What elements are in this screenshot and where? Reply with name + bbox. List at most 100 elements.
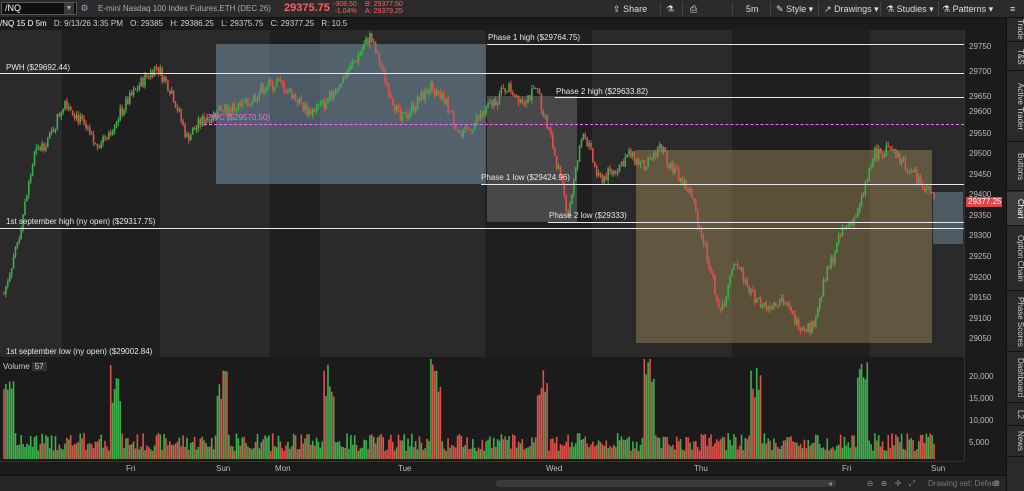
- volume-bar: [794, 442, 796, 459]
- volume-bar: [643, 359, 646, 459]
- gear-icon[interactable]: ⚙: [990, 478, 1002, 489]
- volume-title: Volume: [3, 362, 30, 371]
- volume-bar: [666, 437, 668, 459]
- symbol-selector[interactable]: /NQ ▼: [1, 2, 77, 15]
- zoom-in-icon[interactable]: ⊕: [878, 478, 890, 489]
- phase1-high-label: Phase 1 high ($29764.75): [488, 33, 581, 42]
- price-chart[interactable]: Phase 1 high ($29764.75) PWH ($29692.44)…: [0, 30, 964, 357]
- volume-bar: [279, 441, 282, 459]
- drawings-button[interactable]: ↗ Drawings ▾: [824, 0, 879, 18]
- drawings-icon: ↗: [824, 4, 832, 14]
- volume-bar: [866, 362, 869, 459]
- patterns-icon: ⚗: [942, 4, 951, 14]
- volume-bar: [132, 441, 135, 459]
- volume-bar: [900, 433, 903, 459]
- candle-body: [916, 169, 918, 184]
- volume-bar: [369, 435, 371, 459]
- volume-bar: [765, 443, 768, 459]
- volume-bar: [146, 445, 148, 459]
- candle-body: [761, 304, 764, 308]
- price-tick: 29200: [969, 273, 992, 282]
- candle-body: [391, 98, 394, 106]
- candle-body: [834, 253, 836, 264]
- candle-body: [298, 97, 301, 104]
- volume-bar: [460, 436, 463, 459]
- time-tick: Tue: [398, 464, 412, 473]
- share-button[interactable]: ⇪ Share: [613, 0, 647, 18]
- volume-bar: [763, 433, 766, 459]
- volume-bar: [614, 446, 617, 459]
- flask-button[interactable]: ⚗: [666, 0, 674, 18]
- volume-bar: [660, 447, 663, 459]
- volume-bar: [56, 450, 59, 459]
- tab-phase-scores[interactable]: Phase Scores: [1007, 292, 1024, 352]
- candle-body: [593, 161, 596, 167]
- patterns-button[interactable]: ⚗ Patterns ▾: [942, 0, 993, 18]
- volume-pane[interactable]: [0, 359, 964, 461]
- phase1-low-line[interactable]: [481, 184, 964, 185]
- style-button[interactable]: ✎ Style ▾: [776, 0, 813, 18]
- candle-body: [218, 105, 221, 111]
- candle-body: [113, 127, 116, 131]
- tab-l2[interactable]: L2: [1007, 404, 1024, 426]
- menu-button[interactable]: ≡: [1010, 0, 1015, 18]
- volume-bar: [559, 444, 562, 459]
- candle-body: [531, 88, 533, 100]
- price-axis[interactable]: 29750 29700 29650 29600 29550 29500 2945…: [964, 30, 1006, 461]
- time-tick: Sun: [216, 464, 231, 473]
- candle-body: [540, 93, 543, 111]
- volume-bar: [731, 445, 733, 459]
- tab-dashboard[interactable]: Dashboard: [1007, 353, 1024, 403]
- time-axis[interactable]: Fri Sun Mon Tue Wed Thu Fri Sun: [0, 461, 964, 475]
- candle-body: [100, 143, 102, 148]
- candle-body: [491, 102, 493, 106]
- candle-body: [380, 64, 383, 69]
- tab-buttons[interactable]: Buttons: [1007, 143, 1024, 191]
- pwh-line[interactable]: [0, 73, 964, 74]
- pwc-line[interactable]: [204, 124, 964, 125]
- tab-active-trader[interactable]: Active Trader: [1007, 72, 1024, 142]
- settings-icon[interactable]: ⚙: [79, 3, 90, 14]
- tab-time-and-sales[interactable]: T&S: [1007, 43, 1024, 71]
- scroll-left-icon[interactable]: ◂: [824, 478, 836, 489]
- sept-high-line[interactable]: [0, 228, 964, 229]
- volume-bar: [256, 433, 259, 459]
- crosshair-icon[interactable]: ✛: [892, 478, 904, 489]
- volume-bar: [207, 446, 209, 459]
- volume-bar: [862, 377, 865, 459]
- volume-bar: [456, 435, 459, 459]
- tab-option-chain[interactable]: Option Chain: [1007, 227, 1024, 291]
- phase1-high-line[interactable]: [487, 44, 964, 45]
- zoom-out-icon[interactable]: ⊖: [864, 478, 876, 489]
- volume-bar: [60, 448, 62, 459]
- volume-bar: [464, 445, 466, 459]
- candle-body: [687, 189, 689, 192]
- printer-icon: ⎙: [690, 4, 698, 14]
- candle-body: [898, 152, 901, 164]
- timeframe-button[interactable]: 5m: [746, 0, 759, 18]
- phase2-high-line[interactable]: [555, 97, 964, 98]
- expand-icon[interactable]: ⤢: [906, 478, 918, 489]
- volume-bar: [405, 450, 407, 459]
- volume-bar: [689, 442, 691, 459]
- volume-bar: [359, 448, 362, 459]
- tab-trade[interactable]: Trade: [1007, 18, 1024, 42]
- volume-bar: [266, 437, 268, 459]
- print-button[interactable]: ⎙: [690, 0, 697, 18]
- volume-bar: [843, 436, 846, 459]
- candle-body: [776, 305, 779, 307]
- chevron-down-icon[interactable]: ▼: [64, 3, 74, 14]
- candle-body: [327, 98, 329, 103]
- candle-body: [595, 166, 598, 176]
- volume-bar: [35, 435, 38, 459]
- studies-button[interactable]: ⚗ Studies ▾: [886, 0, 934, 18]
- tab-chart[interactable]: Chart: [1007, 192, 1024, 226]
- phase2-low-line[interactable]: [548, 222, 964, 223]
- candle-body: [754, 289, 756, 303]
- candle-body: [755, 298, 758, 303]
- horizontal-scrollbar[interactable]: [496, 480, 836, 487]
- candle-body: [407, 116, 409, 118]
- candle-body: [292, 94, 295, 99]
- candle-body: [273, 86, 276, 90]
- tab-news[interactable]: News: [1007, 427, 1024, 457]
